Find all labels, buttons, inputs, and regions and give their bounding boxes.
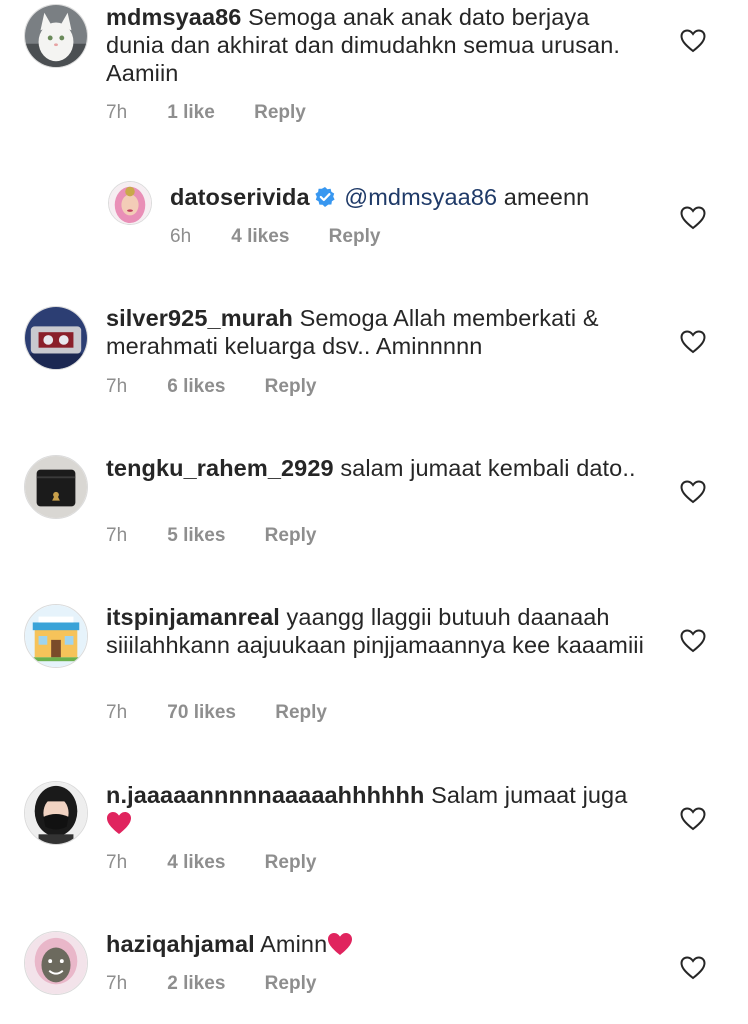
comment-time: 7h bbox=[106, 852, 128, 873]
user-avatar[interactable] bbox=[24, 4, 88, 68]
comment-likes[interactable]: 6 likes bbox=[167, 376, 225, 398]
like-heart-icon[interactable] bbox=[680, 206, 706, 230]
white-cat-avatar-icon bbox=[25, 5, 87, 67]
like-heart-icon[interactable] bbox=[680, 807, 706, 831]
user-avatar[interactable] bbox=[24, 306, 88, 370]
comment-username[interactable]: tengku_rahem_2929 bbox=[106, 455, 334, 481]
red-heart-emoji-icon bbox=[107, 812, 131, 834]
like-heart-icon[interactable] bbox=[680, 480, 706, 504]
comment-meta: 7h 4 likes Reply bbox=[106, 852, 316, 874]
comment-time: 7h bbox=[106, 702, 128, 723]
comment-username[interactable]: n.jaaaaannnnnaaaaahhhhhh bbox=[106, 782, 424, 808]
like-heart-icon[interactable] bbox=[680, 956, 706, 980]
comment-time: 6h bbox=[170, 226, 192, 247]
mention-link[interactable]: @mdmsyaa86 bbox=[344, 184, 497, 210]
comment-text: haziqahjamal Aminn bbox=[106, 930, 636, 958]
comment-text: n.jaaaaannnnnaaaaahhhhhh Salam jumaat ju… bbox=[106, 781, 646, 837]
comment-text: datoserivida @mdmsyaa86 ameenn bbox=[170, 183, 640, 211]
comment-meta: 6h 4 likes Reply bbox=[170, 226, 380, 248]
comment-text: silver925_murah Semoga Allah memberkati … bbox=[106, 304, 636, 360]
comment-body: salam jumaat kembali dato.. bbox=[340, 455, 636, 481]
comment-body: Salam jumaat juga bbox=[431, 782, 628, 808]
like-heart-icon[interactable] bbox=[680, 629, 706, 653]
comment-meta: 7h 5 likes Reply bbox=[106, 525, 316, 547]
woman-mask-avatar-icon bbox=[25, 782, 87, 844]
reply-button[interactable]: Reply bbox=[254, 102, 306, 124]
comment-time: 7h bbox=[106, 102, 128, 123]
comment-time: 7h bbox=[106, 525, 128, 546]
comment-text: tengku_rahem_2929 salam jumaat kembali d… bbox=[106, 454, 636, 482]
comment-username[interactable]: mdmsyaa86 bbox=[106, 4, 241, 30]
user-avatar[interactable] bbox=[24, 931, 88, 995]
user-avatar[interactable] bbox=[108, 181, 152, 225]
comment-likes[interactable]: 5 likes bbox=[167, 525, 225, 547]
verified-badge-icon bbox=[315, 187, 335, 207]
red-heart-emoji-icon bbox=[328, 933, 353, 955]
comment-body: Aminn bbox=[260, 931, 328, 957]
comment-body: ameenn bbox=[503, 184, 590, 210]
user-avatar[interactable] bbox=[24, 781, 88, 845]
comment-likes[interactable]: 4 likes bbox=[231, 226, 289, 248]
comment-likes[interactable]: 1 like bbox=[167, 102, 215, 124]
comment-time: 7h bbox=[106, 376, 128, 397]
wallet-avatar-icon bbox=[25, 456, 87, 518]
face-mask-avatar-icon bbox=[25, 932, 87, 994]
comment-text: mdmsyaa86 Semoga anak anak dato berjaya … bbox=[106, 3, 636, 87]
comment-meta: 7h 1 like Reply bbox=[106, 102, 306, 124]
user-avatar[interactable] bbox=[24, 604, 88, 668]
comment-username[interactable]: haziqahjamal bbox=[106, 931, 255, 957]
shop-building-avatar-icon bbox=[25, 605, 87, 667]
comment-time: 7h bbox=[106, 973, 128, 994]
reply-button[interactable]: Reply bbox=[265, 376, 317, 398]
comment-likes[interactable]: 70 likes bbox=[167, 702, 236, 724]
reply-button[interactable]: Reply bbox=[275, 702, 327, 724]
reply-button[interactable]: Reply bbox=[265, 973, 317, 995]
reply-button[interactable]: Reply bbox=[265, 525, 317, 547]
comment-likes[interactable]: 4 likes bbox=[167, 852, 225, 874]
reply-button[interactable]: Reply bbox=[265, 852, 317, 874]
comment-text: itspinjamanreal yaangg llaggii butuuh da… bbox=[106, 603, 646, 659]
user-avatar[interactable] bbox=[24, 455, 88, 519]
comment-meta: 7h 70 likes Reply bbox=[106, 702, 327, 724]
like-heart-icon[interactable] bbox=[680, 330, 706, 354]
jewelry-avatar-icon bbox=[25, 307, 87, 369]
comment-username[interactable]: silver925_murah bbox=[106, 305, 293, 331]
comment-username[interactable]: itspinjamanreal bbox=[106, 604, 280, 630]
comment-meta: 7h 2 likes Reply bbox=[106, 973, 316, 995]
reply-button[interactable]: Reply bbox=[329, 226, 381, 248]
comment-meta: 7h 6 likes Reply bbox=[106, 376, 316, 398]
comment-username[interactable]: datoserivida bbox=[170, 184, 310, 210]
like-heart-icon[interactable] bbox=[680, 29, 706, 53]
woman-pink-hijab-avatar-icon bbox=[109, 182, 151, 224]
comment-likes[interactable]: 2 likes bbox=[167, 973, 225, 995]
